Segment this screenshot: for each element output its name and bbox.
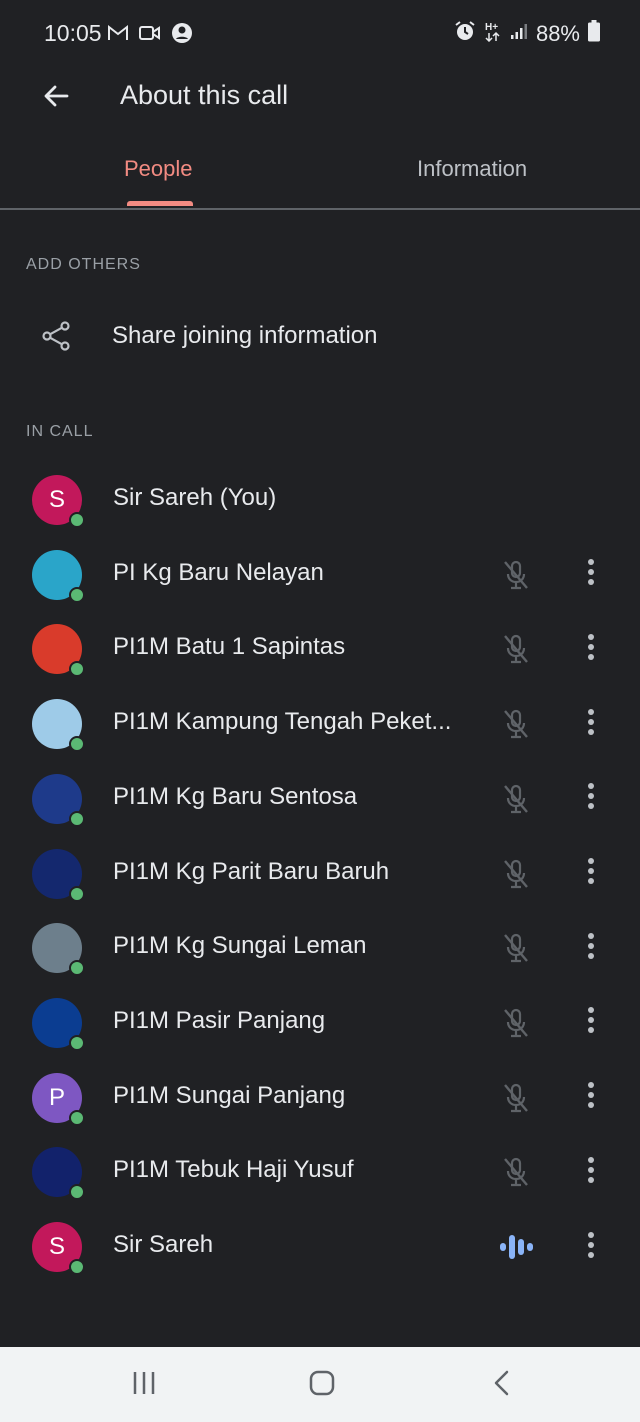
participant-row[interactable]: PI1M Batu 1 Sapintas <box>0 611 640 685</box>
more-options-button[interactable] <box>576 1227 606 1267</box>
participant-row[interactable]: PI1M Tebuk Haji Yusuf <box>0 1134 640 1208</box>
tab-people[interactable]: People <box>124 156 193 182</box>
presence-indicator <box>69 1259 85 1275</box>
speaking-indicator-icon <box>498 1229 534 1265</box>
page-title: About this call <box>120 80 289 110</box>
more-vert-icon <box>587 1006 595 1039</box>
presence-indicator <box>69 960 85 977</box>
status-time: 10:05 <box>44 20 102 46</box>
participant-name: Sir Sareh (You) <box>113 484 277 511</box>
signal-icon <box>510 22 528 45</box>
participant-row[interactable]: S Sir Sareh (You) <box>0 462 640 536</box>
recent-apps-button[interactable] <box>124 1369 164 1401</box>
participant-name: PI1M Sungai Panjang <box>113 1081 346 1109</box>
mic-off-icon <box>498 1080 534 1116</box>
share-label: Share joining information <box>112 322 378 349</box>
more-options-button[interactable] <box>576 1078 606 1118</box>
home-icon <box>308 1369 336 1402</box>
more-vert-icon <box>587 1156 595 1189</box>
participant-name: PI1M Tebuk Haji Yusuf <box>113 1156 354 1184</box>
video-icon <box>139 24 161 47</box>
nav-back-button[interactable] <box>482 1369 522 1401</box>
app-bar: About this call <box>0 70 640 126</box>
presence-indicator <box>69 1184 85 1201</box>
participant-name: PI Kg Baru Nelayan <box>113 558 324 586</box>
gmail-icon <box>107 24 129 47</box>
participant-name: Sir Sareh <box>113 1231 214 1258</box>
share-icon <box>40 320 72 357</box>
alarm-icon <box>454 20 476 47</box>
battery-percent: 88% <box>535 20 580 46</box>
more-vert-icon <box>587 782 595 815</box>
participant-name: PI1M Kampung Tengah Peket... <box>113 708 452 736</box>
presence-indicator <box>69 661 85 678</box>
battery-icon <box>588 20 600 47</box>
hplus-data-icon: H+ <box>484 20 502 47</box>
arrow-back-icon <box>42 82 70 115</box>
participant-row[interactable]: PI1M Kg Baru Sentosa <box>0 761 640 835</box>
more-options-button[interactable] <box>576 928 606 968</box>
participant-name: PI1M Kg Baru Sentosa <box>113 782 358 810</box>
more-options-button[interactable] <box>576 629 606 669</box>
back-button[interactable] <box>36 78 76 118</box>
presence-indicator <box>69 586 85 603</box>
presence-indicator <box>69 1034 85 1051</box>
presence-indicator <box>69 1109 85 1126</box>
participant-row[interactable]: PI1M Kg Sungai Leman <box>0 910 640 984</box>
tab-indicator <box>127 201 193 206</box>
more-vert-icon <box>587 1231 595 1264</box>
svg-text:H+: H+ <box>485 22 498 33</box>
mic-off-icon <box>498 706 534 742</box>
more-options-button[interactable] <box>576 704 606 744</box>
mic-off-icon <box>498 1154 534 1190</box>
more-options-button[interactable] <box>576 779 606 819</box>
presence-indicator <box>69 512 85 528</box>
participant-name: PI1M Kg Parit Baru Baruh <box>113 857 390 885</box>
more-vert-icon <box>587 1081 595 1114</box>
more-options-button[interactable] <box>576 555 606 595</box>
mic-off-icon <box>498 1005 534 1041</box>
mic-off-icon <box>498 930 534 966</box>
more-vert-icon <box>587 708 595 741</box>
tab-bar: People Information <box>0 140 640 210</box>
back-icon <box>490 1369 514 1402</box>
mic-off-icon <box>498 631 534 667</box>
status-bar: 10:05 H+ 88% <box>0 0 640 70</box>
more-options-button[interactable] <box>576 1003 606 1043</box>
more-options-button[interactable] <box>576 854 606 894</box>
presence-indicator <box>69 885 85 902</box>
participant-row[interactable]: PI Kg Baru Nelayan <box>0 537 640 611</box>
participant-row[interactable]: S Sir Sareh <box>0 1209 640 1283</box>
participant-row[interactable]: P PI1M Sungai Panjang <box>0 1060 640 1134</box>
more-vert-icon <box>587 633 595 666</box>
more-options-button[interactable] <box>576 1152 606 1192</box>
add-others-header: ADD OTHERS <box>26 256 141 273</box>
navigation-bar <box>0 1347 640 1422</box>
home-button[interactable] <box>302 1369 342 1401</box>
participant-name: PI1M Batu 1 Sapintas <box>113 633 346 661</box>
share-joining-info-button[interactable]: Share joining information <box>0 300 640 372</box>
participant-row[interactable]: PI1M Kg Parit Baru Baruh <box>0 836 640 910</box>
in-call-header: IN CALL <box>26 423 94 440</box>
mic-off-icon <box>498 557 534 593</box>
recent-apps-icon <box>131 1370 157 1401</box>
participant-name: PI1M Kg Sungai Leman <box>113 932 367 960</box>
tab-information[interactable]: Information <box>417 156 527 182</box>
more-vert-icon <box>587 857 595 890</box>
more-vert-icon <box>587 932 595 965</box>
more-vert-icon <box>587 558 595 591</box>
participant-name: PI1M Pasir Panjang <box>113 1006 326 1034</box>
participant-row[interactable]: PI1M Pasir Panjang <box>0 985 640 1059</box>
account-icon <box>171 22 193 49</box>
participant-row[interactable]: PI1M Kampung Tengah Peket... <box>0 686 640 760</box>
presence-indicator <box>69 810 85 827</box>
presence-indicator <box>69 736 85 753</box>
mic-off-icon <box>498 781 534 817</box>
mic-off-icon <box>498 856 534 892</box>
